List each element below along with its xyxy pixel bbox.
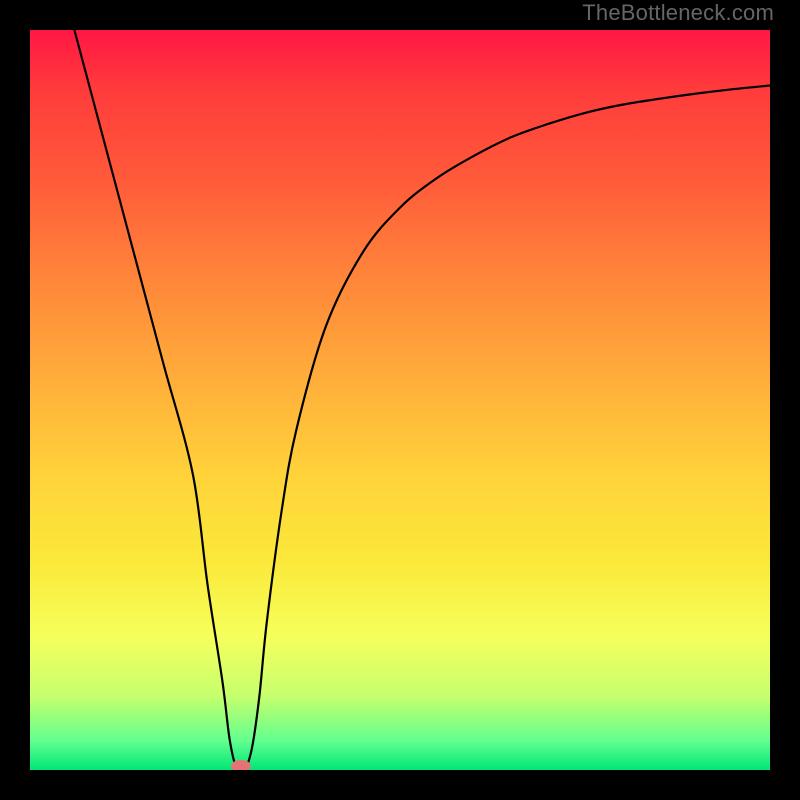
chart-svg [30, 30, 770, 770]
curve-line [74, 30, 770, 770]
chart-frame: TheBottleneck.com [0, 0, 800, 800]
plot-background [30, 30, 770, 770]
watermark-text: TheBottleneck.com [582, 0, 774, 26]
